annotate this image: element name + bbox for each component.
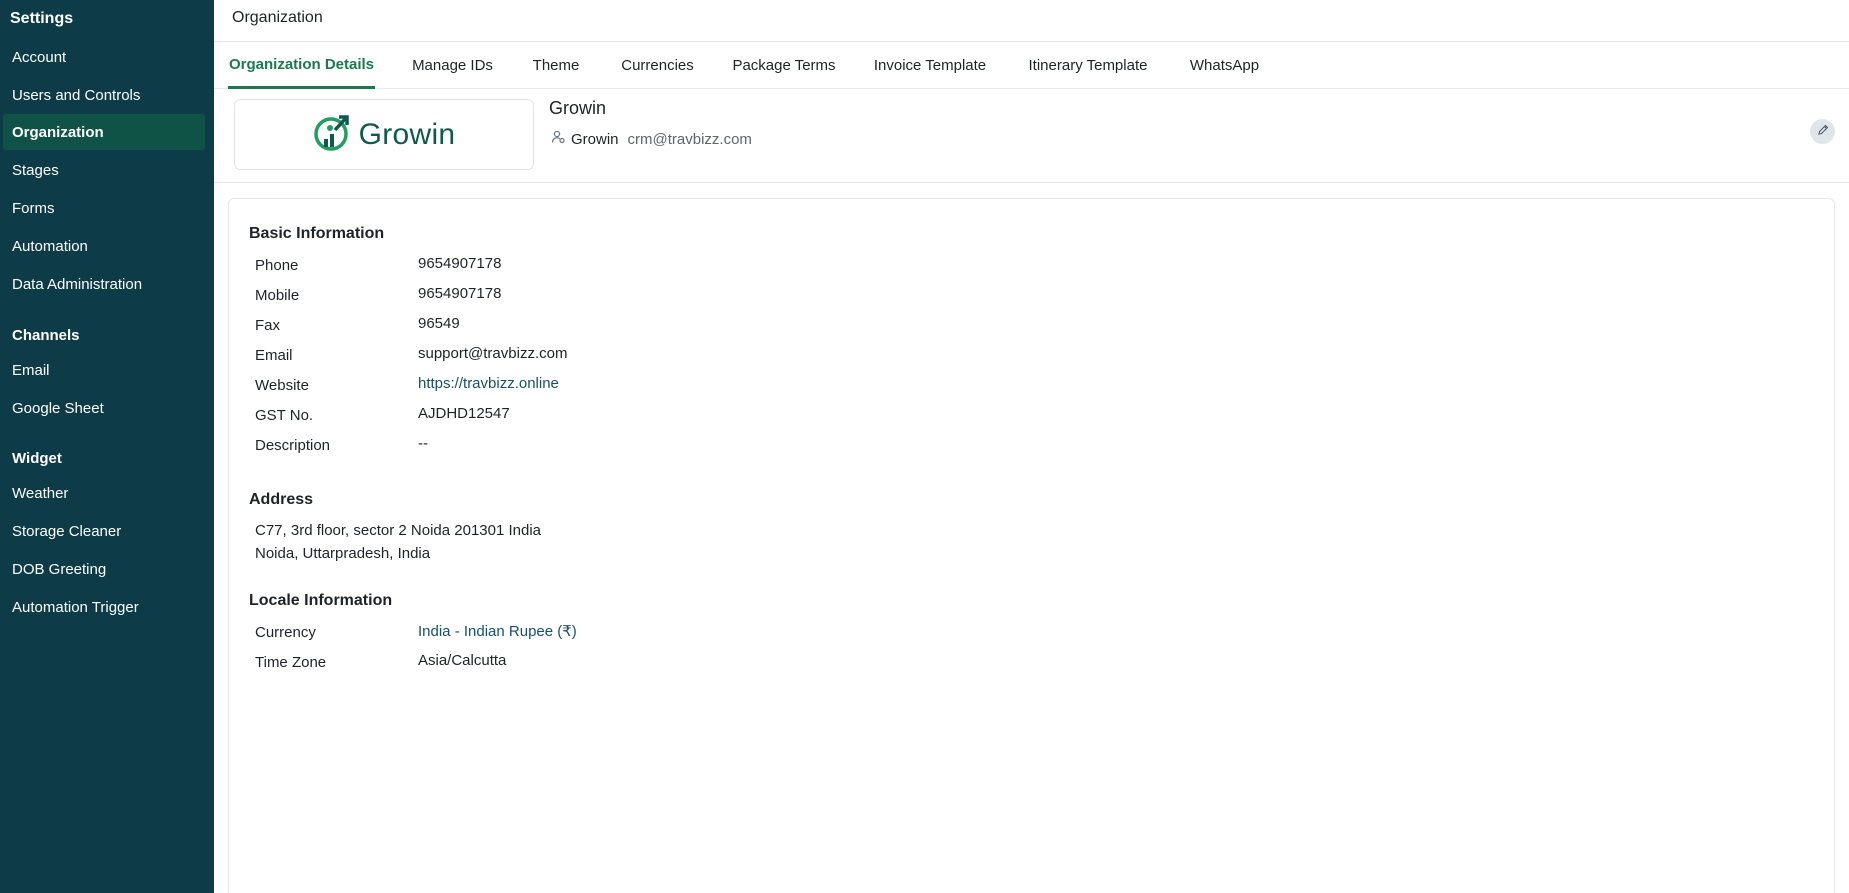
sidebar-item-storage-cleaner[interactable]: Storage Cleaner: [3, 513, 205, 549]
sidebar-item-email[interactable]: Email: [3, 352, 205, 388]
user-icon: [551, 130, 565, 148]
description-value: --: [418, 435, 428, 452]
fax-label: Fax: [255, 317, 281, 334]
sidebar-section-widget: Widget: [12, 450, 62, 467]
tab-invoice-template[interactable]: Invoice Template: [871, 42, 989, 89]
sidebar-item-label: Google Sheet: [12, 399, 104, 417]
organization-details-card: Basic Information Phone 9654907178 Mobil…: [228, 198, 1835, 893]
growin-logo-icon: [313, 112, 353, 157]
email-label: Email: [255, 347, 293, 364]
phone-value: 9654907178: [418, 255, 502, 272]
sidebar-item-automation[interactable]: Automation: [3, 228, 205, 264]
tab-bar: Organization Details Manage IDs Theme Cu…: [214, 42, 1849, 89]
gst-value: AJDHD12547: [418, 405, 510, 422]
address-line-1: C77, 3rd floor, sector 2 Noida 201301 In…: [255, 522, 542, 539]
address-line-2: Noida, Uttarpradesh, India: [255, 545, 431, 562]
tab-organization-details[interactable]: Organization Details: [228, 42, 375, 89]
time-zone-label: Time Zone: [255, 654, 327, 671]
page-title: Organization: [232, 9, 323, 26]
tab-theme[interactable]: Theme: [530, 42, 582, 89]
sidebar-item-label: Users and Controls: [12, 86, 141, 104]
time-zone-value: Asia/Calcutta: [418, 652, 507, 669]
currency-label: Currency: [255, 624, 316, 641]
email-value: support@travbizz.com: [418, 345, 568, 362]
sidebar-item-data-administration[interactable]: Data Administration: [3, 266, 205, 302]
sidebar-item-users-and-controls[interactable]: Users and Controls: [3, 77, 205, 113]
sidebar-item-weather[interactable]: Weather: [3, 475, 205, 511]
sidebar-item-dob-greeting[interactable]: DOB Greeting: [3, 551, 205, 587]
organization-name: Growin: [549, 98, 607, 118]
tab-package-terms[interactable]: Package Terms: [731, 42, 837, 89]
settings-sidebar: Settings Account Users and Controls Orga…: [0, 0, 214, 893]
sidebar-item-forms[interactable]: Forms: [3, 190, 205, 226]
currency-value[interactable]: India - Indian Rupee (₹): [418, 622, 577, 640]
organization-owner-line: Growin crm@travbizz.com: [551, 130, 752, 148]
website-link[interactable]: https://travbizz.online: [418, 375, 559, 392]
tab-manage-ids[interactable]: Manage IDs: [410, 42, 495, 89]
basic-information-heading: Basic Information: [249, 225, 385, 242]
tab-whatsapp[interactable]: WhatsApp: [1187, 42, 1262, 89]
mobile-label: Mobile: [255, 287, 300, 304]
website-label: Website: [255, 377, 309, 394]
fax-value: 96549: [418, 315, 460, 332]
sidebar-item-label: Data Administration: [12, 275, 143, 293]
organization-logo[interactable]: Growin: [234, 99, 534, 170]
sidebar-item-label: Forms: [12, 199, 55, 217]
address-heading: Address: [249, 491, 314, 508]
organization-owner: Growin: [571, 130, 619, 148]
organization-header: Growin Growin Growin crm@travbizz.com: [214, 89, 1849, 183]
sidebar-item-label: Weather: [12, 484, 69, 502]
mobile-value: 9654907178: [418, 285, 502, 302]
sidebar-item-account[interactable]: Account: [3, 39, 205, 75]
organization-email: crm@travbizz.com: [627, 130, 752, 148]
tab-currencies[interactable]: Currencies: [619, 42, 696, 89]
locale-information-heading: Locale Information: [249, 592, 393, 609]
sidebar-item-stages[interactable]: Stages: [3, 152, 205, 188]
page-header: Organization: [214, 0, 1849, 42]
sidebar-item-automation-trigger[interactable]: Automation Trigger: [3, 589, 205, 625]
description-label: Description: [255, 437, 331, 454]
sidebar-item-google-sheet[interactable]: Google Sheet: [3, 390, 205, 426]
sidebar-section-channels: Channels: [12, 327, 80, 344]
sidebar-item-organization[interactable]: Organization: [3, 114, 205, 150]
edit-organization-button[interactable]: [1810, 119, 1835, 144]
sidebar-item-label: Stages: [12, 161, 59, 179]
sidebar-item-label: Account: [12, 48, 67, 66]
sidebar-item-label: Email: [12, 361, 50, 379]
sidebar-item-label: Automation: [12, 237, 88, 255]
sidebar-item-label: Automation Trigger: [12, 598, 139, 616]
pencil-icon: [1817, 123, 1829, 141]
logo-text: Growin: [358, 117, 456, 151]
sidebar-item-label: Storage Cleaner: [12, 522, 122, 540]
sidebar-title: Settings: [10, 10, 74, 27]
sidebar-item-label: Organization: [12, 123, 104, 141]
gst-label: GST No.: [255, 407, 314, 424]
phone-label: Phone: [255, 257, 299, 274]
tab-itinerary-template[interactable]: Itinerary Template: [1024, 42, 1152, 89]
sidebar-item-label: DOB Greeting: [12, 560, 107, 578]
